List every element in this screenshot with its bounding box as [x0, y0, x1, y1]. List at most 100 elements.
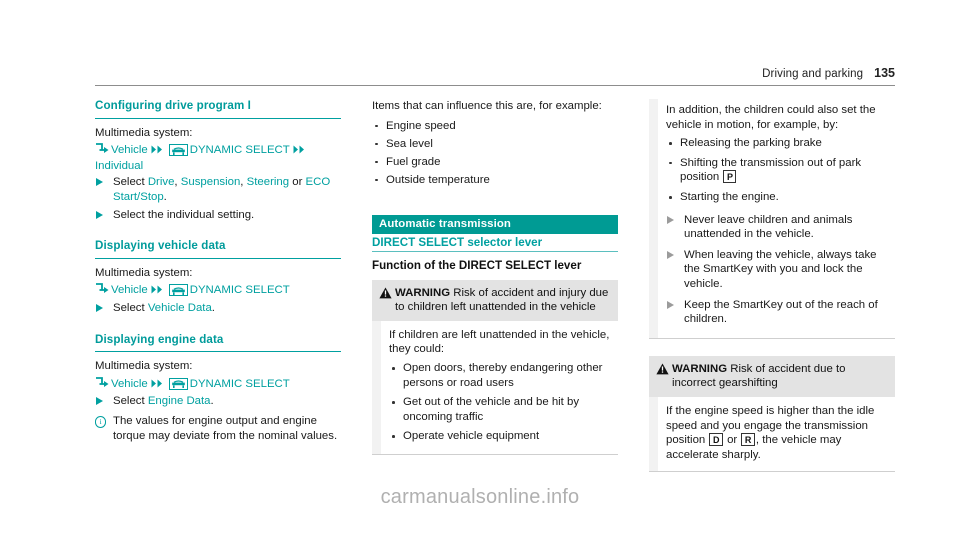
warning-header-text: WARNING Risk of accident and injury due …	[395, 286, 610, 315]
menu-path-item-dynamic-select-2[interactable]: DYNAMIC SELECT	[190, 284, 290, 296]
warning-triangle-icon	[379, 286, 395, 315]
section-displaying-engine-data: Displaying engine data Multimedia system…	[95, 333, 341, 444]
section-rule-2	[95, 257, 341, 259]
action-step: Select Drive, Suspension, Steering or EC…	[95, 175, 341, 204]
double-arrow-icon-4	[151, 378, 164, 393]
warning-box-children: WARNING Risk of accident and injury due …	[372, 279, 618, 455]
list-item: Releasing the parking brake	[666, 136, 895, 151]
list-item-text: Shifting the transmission out of park po…	[680, 156, 862, 184]
page-number: 135	[874, 66, 895, 80]
action-step-2: Select the individual setting.	[95, 208, 341, 223]
running-header: Driving and parking 135	[95, 66, 895, 80]
list-item: Starting the engine.	[666, 190, 895, 205]
sub-heading-direct-select: DIRECT SELECT selector lever	[372, 235, 543, 249]
hook-arrow-icon	[95, 143, 109, 159]
link-drive[interactable]: Drive	[148, 176, 175, 188]
intro-text-2: Multimedia system:	[95, 266, 193, 279]
list-item: Fuel grade	[372, 155, 618, 170]
menu-path-2: Vehicle DYNAMIC SELECT	[95, 283, 341, 299]
link-engine-data[interactable]: Engine Data	[148, 395, 211, 407]
warning-action-text: Never leave children and animals unatten…	[684, 213, 853, 241]
list-item: Outside temperature	[372, 173, 618, 188]
warning-body-continued: In addition, the children could also set…	[649, 99, 895, 338]
watermark: carmanualsonline.info	[380, 486, 580, 508]
warning-continued-bullets: Releasing the parking brake Shifting the…	[666, 136, 895, 204]
gear-position-p-icon: P	[723, 170, 737, 184]
list-item: Get out of the vehicle and be hit by onc…	[389, 395, 618, 424]
menu-path: Vehicle DYNAMIC SELECT Individual	[95, 143, 341, 173]
column-middle: Items that can influence this are, for e…	[372, 99, 618, 464]
list-item: Open doors, thereby endangering other pe…	[389, 361, 618, 390]
vehicle-icon	[168, 144, 188, 157]
menu-path-item-vehicle[interactable]: Vehicle	[111, 144, 148, 156]
action-arrow-icon-2	[96, 210, 103, 219]
menu-path-item-individual[interactable]: Individual	[95, 160, 143, 172]
menu-path-item-vehicle-3[interactable]: Vehicle	[111, 378, 148, 390]
header-section-title: Driving and parking	[762, 68, 864, 80]
action-text-after-3: .	[210, 395, 214, 408]
section-heading-2: Displaying vehicle data	[95, 239, 226, 253]
intro-text: Multimedia system:	[95, 126, 193, 139]
manual-page: Driving and parking 135 Configuring driv…	[0, 0, 960, 533]
link-steering[interactable]: Steering	[247, 176, 289, 188]
action-step-4: Select Engine Data.	[95, 394, 341, 409]
action-text: Select the individual setting.	[113, 208, 255, 221]
warning-bullets: Open doors, thereby endangering other pe…	[389, 361, 618, 444]
section-rule	[95, 117, 341, 119]
action-step-3: Select Vehicle Data.	[95, 301, 341, 316]
section-heading: Configuring drive program I	[95, 99, 251, 112]
warning-label-2: WARNING	[672, 362, 728, 375]
list-item: Engine speed	[372, 119, 618, 134]
warning-body-intro: If children are left unattended in the v…	[389, 328, 610, 356]
double-arrow-icon	[151, 144, 164, 159]
menu-path-item-dynamic-select[interactable]: DYNAMIC SELECT	[190, 144, 290, 156]
info-circle-icon: i	[95, 416, 107, 428]
action-text-before: Select	[113, 176, 148, 189]
warning-triangle-icon-2	[656, 362, 672, 391]
header-rule	[95, 85, 895, 86]
list-item-text: Releasing the parking brake	[680, 137, 822, 150]
warning-text-mid: or	[723, 434, 741, 447]
menu-path-item-dynamic-select-3[interactable]: DYNAMIC SELECT	[190, 378, 290, 390]
action-arrow-icon-gray-2	[667, 250, 674, 259]
menu-path-3: Vehicle DYNAMIC SELECT	[95, 376, 341, 393]
list-item: Sea level	[372, 137, 618, 152]
warning-body: If children are left unattended in the v…	[372, 320, 618, 454]
section-heading-3: Displaying engine data	[95, 332, 224, 346]
intro-text-3: Multimedia system:	[95, 360, 193, 373]
warning-body-2: If the engine speed is higher than the i…	[649, 396, 895, 472]
gear-position-r-icon: R	[741, 433, 755, 447]
list-item: Operate vehicle equipment	[389, 429, 618, 444]
warning-box-rule	[649, 337, 895, 339]
column-left: Configuring drive program I Multimedia s…	[95, 99, 341, 446]
warning-header-text-2: WARNING Risk of accident due to incorrec…	[672, 362, 887, 391]
action-text-before-3: Select	[113, 395, 148, 408]
influencing-items-list: Engine speed Sea level Fuel grade Outsid…	[372, 119, 618, 188]
warning-action-step-3: Keep the SmartKey out of the reach of ch…	[666, 298, 895, 327]
link-suspension[interactable]: Suspension	[181, 176, 241, 188]
warning-action-text-2: When leaving the vehicle, always take th…	[684, 248, 877, 290]
section-displaying-vehicle-data: Displaying vehicle data Multimedia syste…	[95, 239, 341, 315]
link-vehicle-data[interactable]: Vehicle Data	[148, 302, 212, 314]
sub-heading-function: Function of the DIRECT SELECT lever	[372, 258, 582, 272]
section-configuring-drive-program: Configuring drive program I Multimedia s…	[95, 99, 341, 222]
info-note-text: The values for engine output and engine …	[113, 414, 338, 442]
items-intro: Items that can influence this are, for e…	[372, 100, 602, 112]
double-arrow-icon-3	[151, 284, 164, 299]
action-arrow-icon-3	[96, 303, 103, 312]
warning-label: WARNING	[395, 286, 451, 299]
warning-box-bottom-rule-2	[649, 471, 895, 473]
warning-action-step-2: When leaving the vehicle, always take th…	[666, 248, 895, 292]
warning-action-step: Never leave children and animals unatten…	[666, 213, 895, 242]
list-item-text: Starting the engine.	[680, 190, 779, 203]
warning-box-gearshifting: WARNING Risk of accident due to incorrec…	[649, 355, 895, 473]
list-item: Shifting the transmission out of park po…	[666, 156, 895, 185]
warning-box-children-continued: In addition, the children could also set…	[649, 99, 895, 339]
menu-path-item-vehicle-2[interactable]: Vehicle	[111, 284, 148, 296]
sep3: or	[289, 176, 306, 189]
warning-header: WARNING Risk of accident and injury due …	[372, 279, 618, 321]
double-arrow-icon-2	[293, 144, 306, 159]
warning-header-2: WARNING Risk of accident due to incorrec…	[649, 355, 895, 397]
sub-heading-rule	[372, 250, 618, 252]
section-rule-3	[95, 351, 341, 353]
